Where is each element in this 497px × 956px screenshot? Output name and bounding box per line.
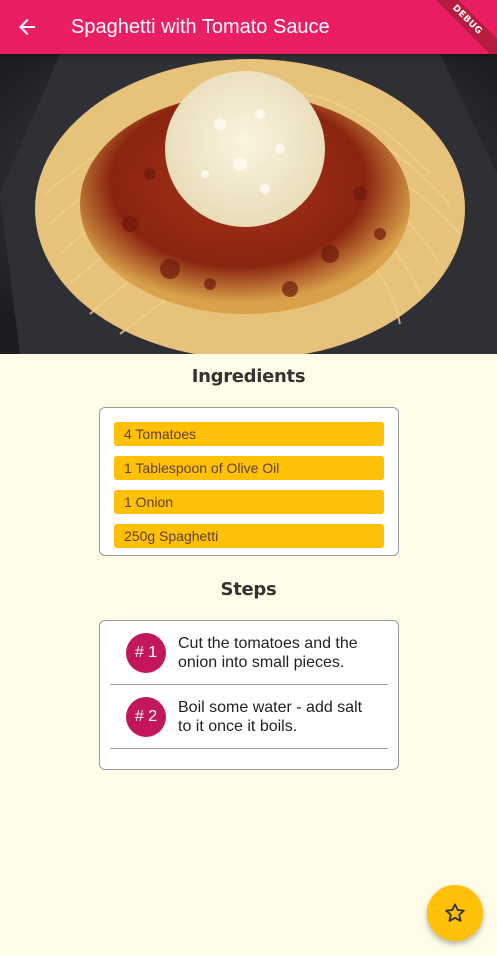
debug-banner: DEBUG [418,0,497,54]
ingredient-item: 1 Tablespoon of Olive Oil [114,456,384,480]
star-outline-icon [445,903,465,922]
step-row: # 2 Boil some water - add salt to it onc… [110,685,388,749]
ingredients-heading: Ingredients [191,366,306,387]
step-row: # 1 Cut the tomatoes and the onion into … [110,621,388,685]
step-text: Boil some water - add salt to it once it… [178,698,363,735]
back-button[interactable] [0,0,54,54]
steps-heading: Steps [220,579,277,600]
app-bar: Spaghetti with Tomato Sauce DEBUG [0,0,497,54]
step-text: Cut the tomatoes and the onion into smal… [178,634,358,671]
ingredient-item: 4 Tomatoes [114,422,384,446]
ingredient-item: 250g Spaghetti [114,524,384,548]
recipe-image [0,54,497,354]
ingredient-item: 1 Onion [114,490,384,514]
step-number-badge: # 1 [126,632,166,673]
page-title: Spaghetti with Tomato Sauce [71,15,330,38]
step-number-badge: # 2 [126,696,166,737]
favorite-button[interactable] [427,885,483,941]
steps-card: # 1 Cut the tomatoes and the onion into … [99,620,399,770]
ingredients-card: 4 Tomatoes 1 Tablespoon of Olive Oil 1 O… [99,407,399,556]
arrow-back-icon [19,19,35,35]
